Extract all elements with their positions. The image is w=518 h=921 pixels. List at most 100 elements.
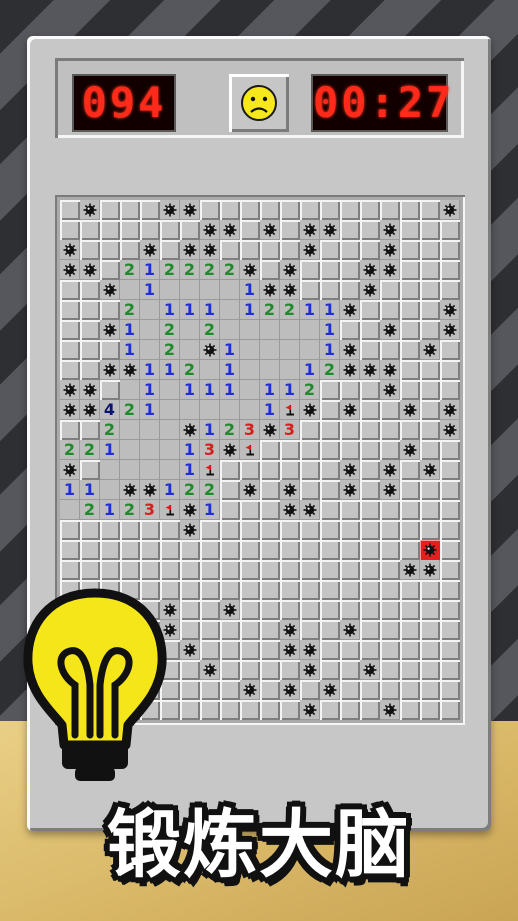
covered-cell[interactable] (80, 460, 100, 480)
empty-cell[interactable] (160, 280, 180, 300)
covered-cell[interactable] (420, 600, 440, 620)
empty-cell[interactable] (180, 280, 200, 300)
covered-cell[interactable] (380, 540, 400, 560)
mine-cell[interactable] (200, 240, 220, 260)
number-cell[interactable]: 2 (320, 360, 340, 380)
empty-cell[interactable] (200, 400, 220, 420)
number-cell[interactable]: 1 (220, 380, 240, 400)
covered-cell[interactable] (380, 200, 400, 220)
covered-cell[interactable] (440, 480, 460, 500)
empty-cell[interactable] (260, 340, 280, 360)
empty-cell[interactable] (120, 460, 140, 480)
mine-cell[interactable] (360, 360, 380, 380)
covered-cell[interactable] (320, 440, 340, 460)
number-cell[interactable]: 1 (100, 500, 120, 520)
covered-cell[interactable] (220, 620, 240, 640)
covered-cell[interactable] (420, 200, 440, 220)
covered-cell[interactable] (120, 220, 140, 240)
empty-cell[interactable] (240, 360, 260, 380)
covered-cell[interactable] (360, 520, 380, 540)
covered-cell[interactable] (80, 540, 100, 560)
covered-cell[interactable] (400, 360, 420, 380)
empty-cell[interactable] (260, 320, 280, 340)
covered-cell[interactable] (400, 240, 420, 260)
covered-cell[interactable] (400, 500, 420, 520)
number-cell[interactable]: 2 (100, 420, 120, 440)
empty-cell[interactable] (140, 320, 160, 340)
covered-cell[interactable] (380, 660, 400, 680)
covered-cell[interactable] (340, 220, 360, 240)
empty-cell[interactable] (220, 280, 240, 300)
covered-cell[interactable] (440, 360, 460, 380)
covered-cell[interactable] (100, 200, 120, 220)
covered-cell[interactable] (440, 600, 460, 620)
covered-cell[interactable] (420, 500, 440, 520)
covered-cell[interactable] (80, 220, 100, 240)
mine-cell[interactable] (340, 400, 360, 420)
covered-cell[interactable] (180, 220, 200, 240)
mine-cell[interactable] (160, 200, 180, 220)
covered-cell[interactable] (360, 200, 380, 220)
covered-cell[interactable] (120, 240, 140, 260)
covered-cell[interactable] (200, 600, 220, 620)
mine-cell[interactable] (200, 220, 220, 240)
number-cell[interactable]: 1 (240, 280, 260, 300)
mine-cell[interactable] (380, 700, 400, 720)
covered-cell[interactable] (360, 700, 380, 720)
covered-cell[interactable] (340, 500, 360, 520)
mine-cell[interactable] (360, 280, 380, 300)
covered-cell[interactable] (200, 640, 220, 660)
covered-cell[interactable] (380, 300, 400, 320)
covered-cell[interactable] (60, 360, 80, 380)
covered-cell[interactable] (60, 340, 80, 360)
covered-cell[interactable] (280, 220, 300, 240)
number-cell[interactable]: 1 (140, 380, 160, 400)
number-cell[interactable]: 1 (300, 360, 320, 380)
covered-cell[interactable] (340, 260, 360, 280)
covered-cell[interactable] (200, 680, 220, 700)
empty-cell[interactable] (120, 440, 140, 460)
covered-cell[interactable] (280, 560, 300, 580)
mine-cell[interactable] (60, 240, 80, 260)
empty-cell[interactable] (180, 400, 200, 420)
covered-cell[interactable] (300, 200, 320, 220)
covered-cell[interactable] (100, 340, 120, 360)
number-cell[interactable]: 2 (160, 320, 180, 340)
mine-cell[interactable] (300, 220, 320, 240)
number-cell[interactable]: 1 (140, 400, 160, 420)
number-cell[interactable]: 2 (80, 440, 100, 460)
number-cell[interactable]: 3 (140, 500, 160, 520)
mine-cell[interactable] (80, 400, 100, 420)
covered-cell[interactable] (380, 340, 400, 360)
flag-cell[interactable] (200, 460, 220, 480)
covered-cell[interactable] (320, 660, 340, 680)
number-cell[interactable]: 1 (160, 480, 180, 500)
covered-cell[interactable] (320, 540, 340, 560)
covered-cell[interactable] (400, 640, 420, 660)
covered-cell[interactable] (240, 460, 260, 480)
covered-cell[interactable] (280, 520, 300, 540)
covered-cell[interactable] (260, 520, 280, 540)
covered-cell[interactable] (100, 260, 120, 280)
mine-cell[interactable] (440, 300, 460, 320)
covered-cell[interactable] (260, 620, 280, 640)
covered-cell[interactable] (360, 680, 380, 700)
covered-cell[interactable] (440, 640, 460, 660)
covered-cell[interactable] (80, 280, 100, 300)
covered-cell[interactable] (220, 200, 240, 220)
number-cell[interactable]: 1 (200, 500, 220, 520)
mine-cell[interactable] (180, 520, 200, 540)
covered-cell[interactable] (200, 620, 220, 640)
covered-cell[interactable] (340, 280, 360, 300)
empty-cell[interactable] (160, 440, 180, 460)
covered-cell[interactable] (420, 420, 440, 440)
covered-cell[interactable] (240, 600, 260, 620)
covered-cell[interactable] (240, 500, 260, 520)
covered-cell[interactable] (380, 280, 400, 300)
covered-cell[interactable] (320, 520, 340, 540)
covered-cell[interactable] (80, 560, 100, 580)
mine-cell[interactable] (280, 500, 300, 520)
mine-cell[interactable] (80, 200, 100, 220)
empty-cell[interactable] (280, 360, 300, 380)
covered-cell[interactable] (440, 220, 460, 240)
